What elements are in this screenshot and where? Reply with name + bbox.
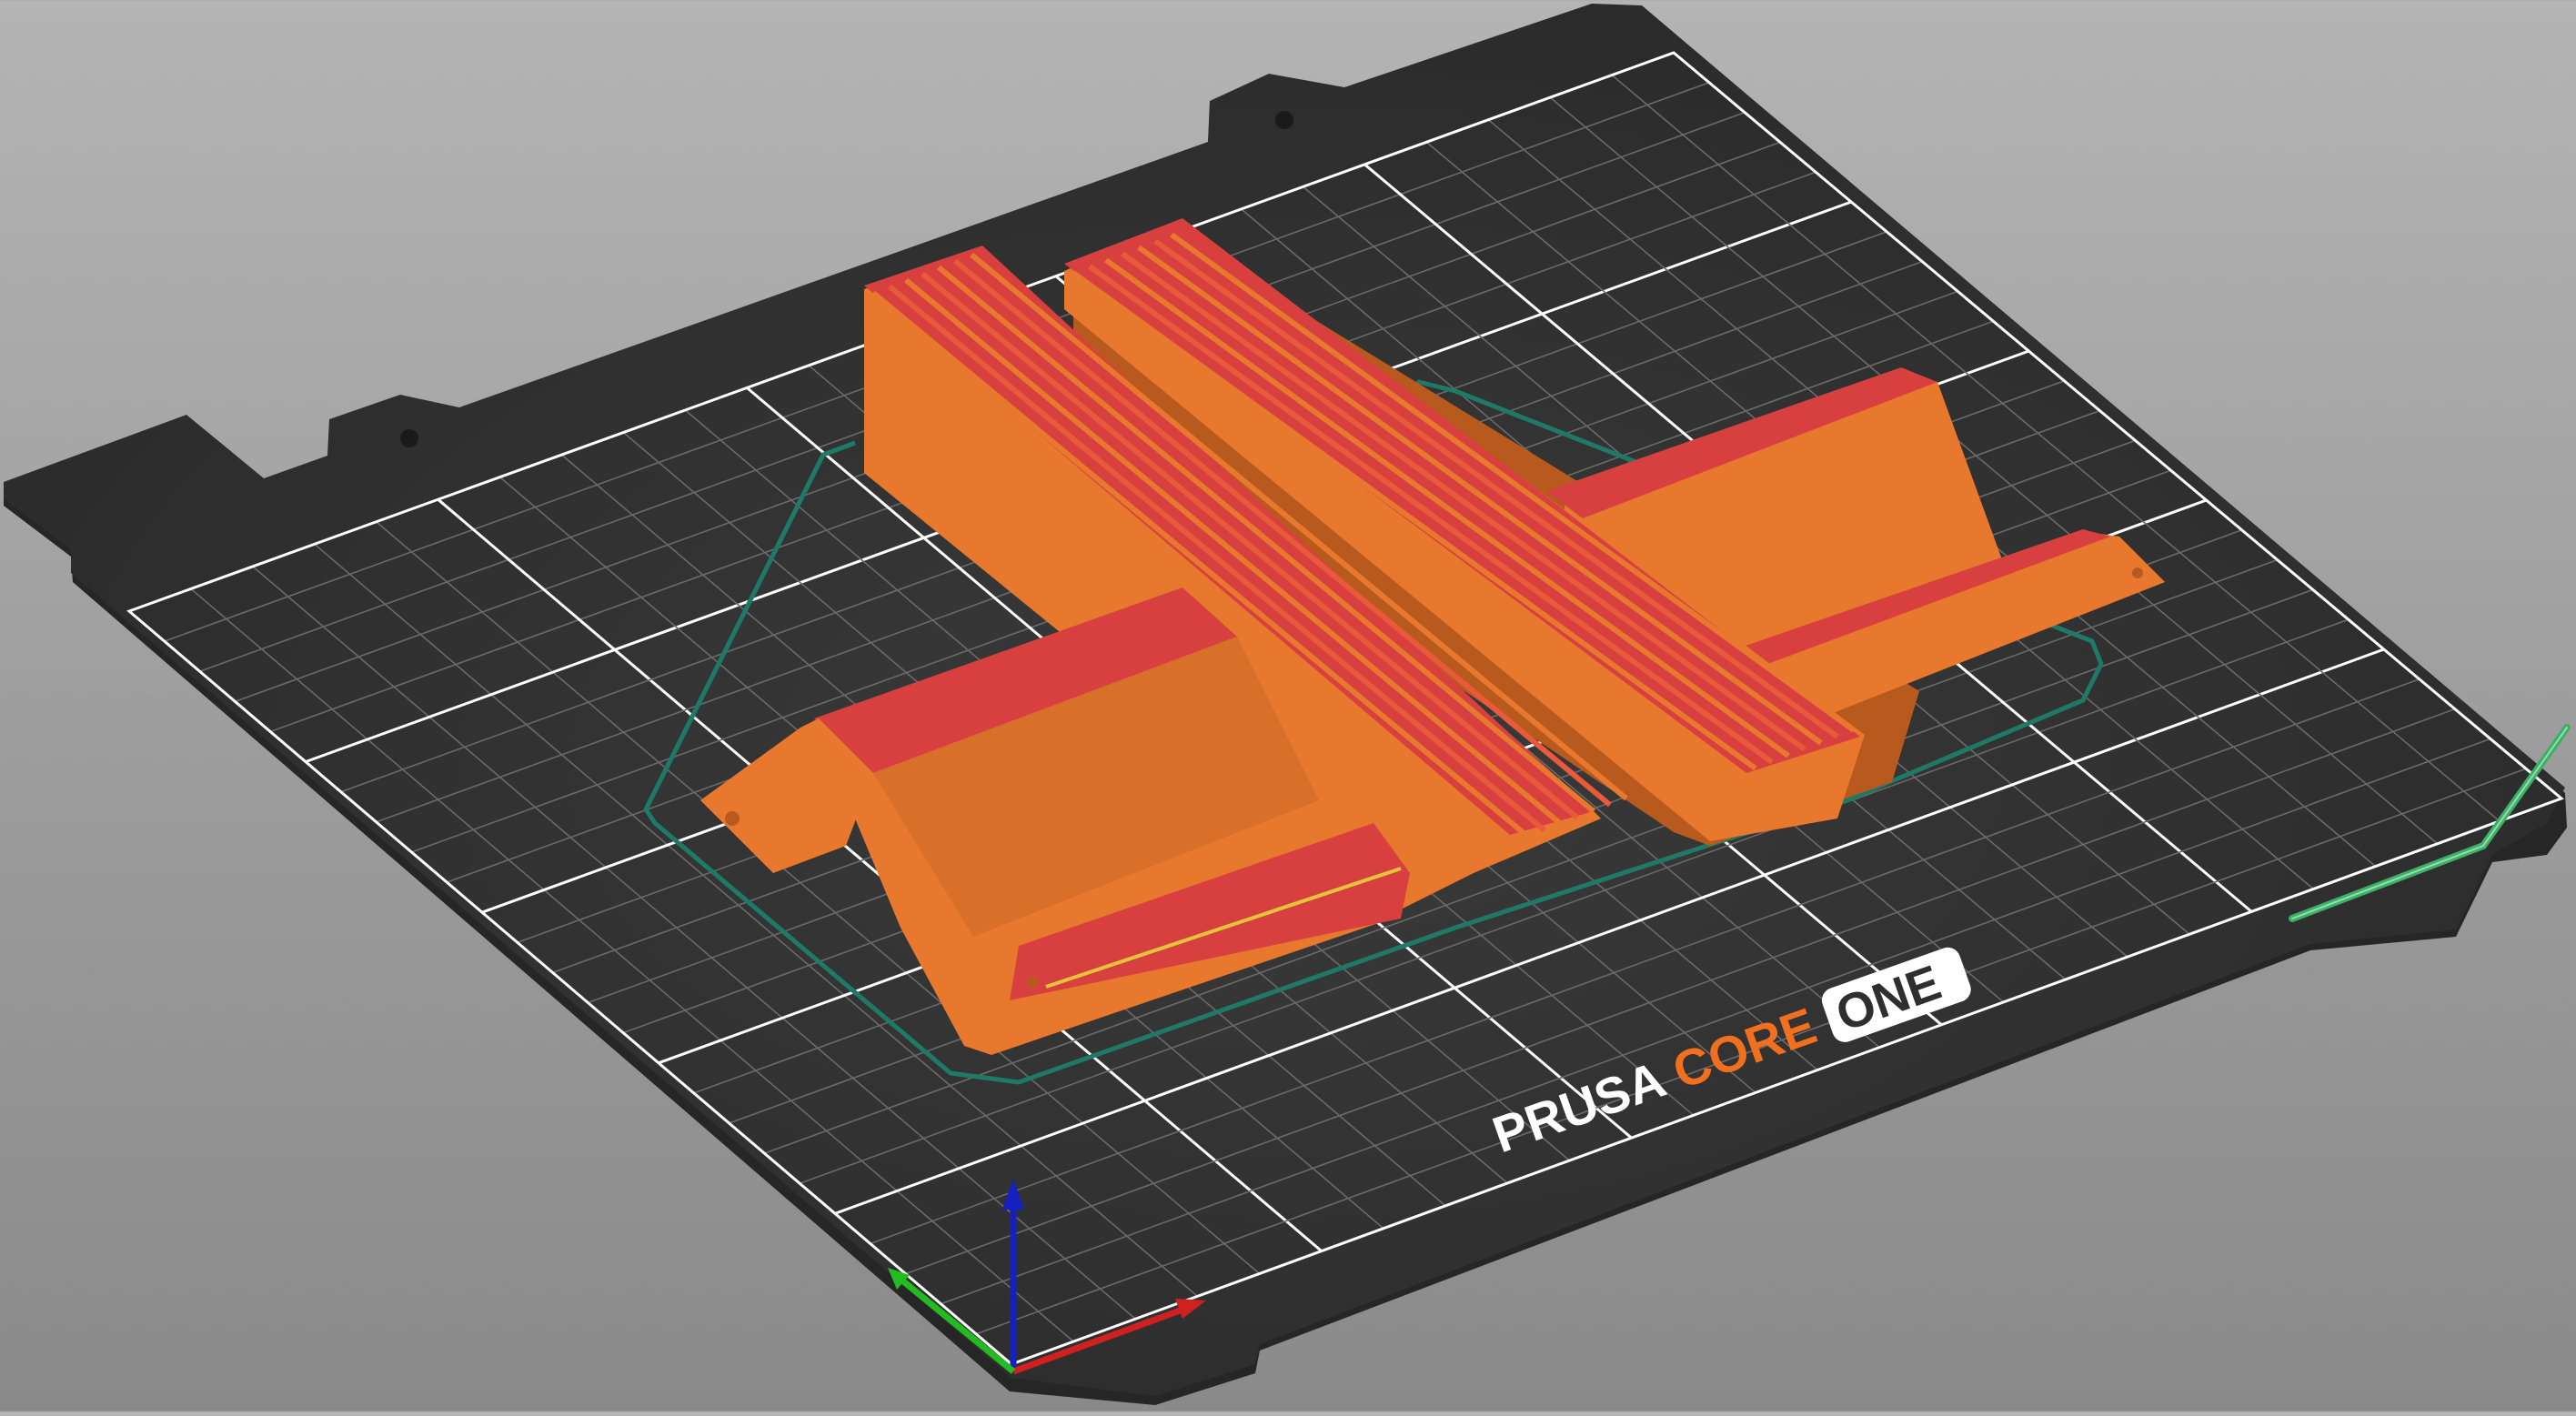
scene-svg[interactable]: PRUSA CORE ONE bbox=[0, 0, 2576, 1411]
3d-viewport[interactable]: PRUSA CORE ONE bbox=[0, 0, 2576, 1411]
bed-pin-hole bbox=[1275, 111, 1293, 129]
bed-pin-hole bbox=[400, 429, 418, 447]
model-screw-hole bbox=[2132, 567, 2143, 578]
model-screw-hole bbox=[725, 811, 740, 826]
model-screw-hole bbox=[1027, 977, 1038, 988]
